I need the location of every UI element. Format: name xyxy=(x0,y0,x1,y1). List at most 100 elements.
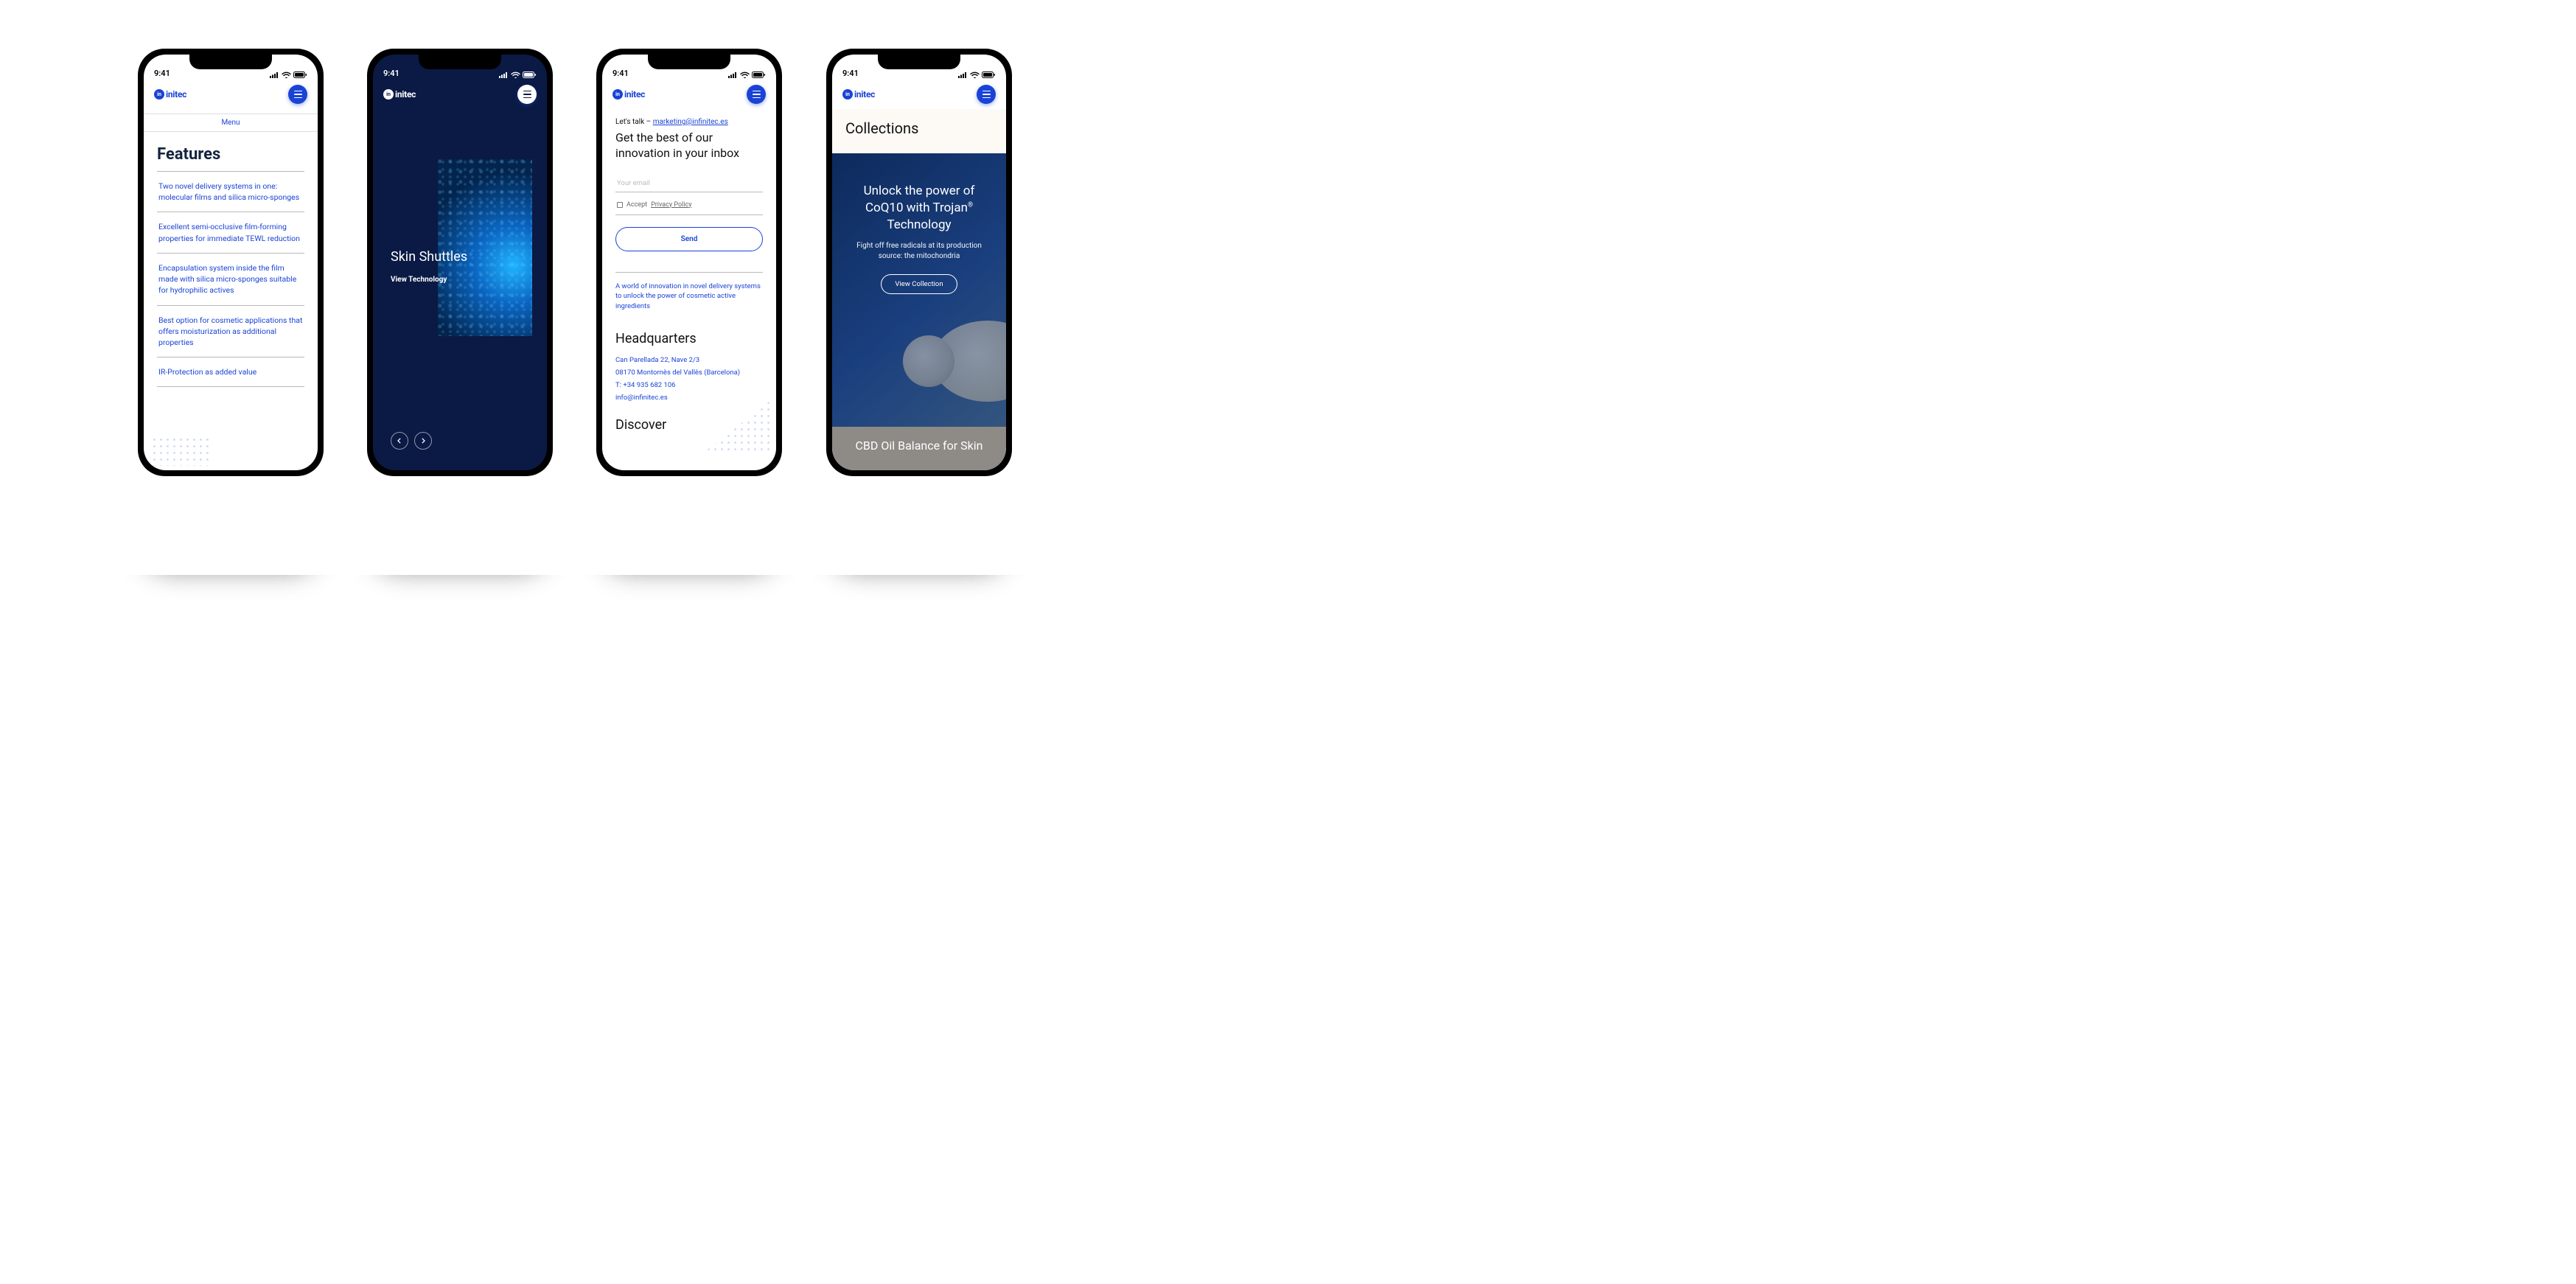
phone-mockup-2: 9:41 initec Skin Shuttles Vi xyxy=(367,49,553,476)
menu-button[interactable] xyxy=(747,85,766,104)
menu-button[interactable] xyxy=(977,85,996,104)
signal-icon xyxy=(270,71,279,78)
technology-image xyxy=(438,159,532,336)
lets-talk-line: Let's talk – marketing@infinitec.es xyxy=(615,118,763,126)
view-technology-link[interactable]: View Technology xyxy=(391,276,447,284)
status-time: 9:41 xyxy=(383,69,399,78)
brand-logo[interactable]: initec xyxy=(154,89,186,100)
screen-technology: 9:41 initec Skin Shuttles Vi xyxy=(373,55,547,470)
status-indicators xyxy=(499,71,537,78)
lets-talk-prefix: Let's talk – xyxy=(615,118,653,126)
privacy-policy-link[interactable]: Privacy Policy xyxy=(651,201,691,209)
menu-button[interactable] xyxy=(288,85,307,104)
carousel-nav xyxy=(391,432,432,450)
logo-mark-icon xyxy=(842,89,853,100)
logo-mark-icon xyxy=(383,89,394,100)
send-button[interactable]: Send xyxy=(615,227,763,251)
info-email-link[interactable]: info@infinitec.es xyxy=(615,391,763,404)
discover-heading: Discover xyxy=(615,417,763,433)
newsletter-headline: Get the best of our innovation in your i… xyxy=(615,130,763,161)
brand-logo[interactable]: initec xyxy=(842,89,875,100)
decoration-dots xyxy=(151,436,210,466)
logo-text: initec xyxy=(166,89,186,100)
hero-title-line-2: CoQ10 with Trojan® xyxy=(844,200,994,217)
address-block: Can Parellada 22, Nave 2/3 08170 Montorn… xyxy=(615,354,763,404)
battery-icon xyxy=(523,71,537,78)
carousel-prev-button[interactable] xyxy=(391,432,408,450)
hamburger-icon xyxy=(294,91,302,92)
screen-features: 9:41 initec Menu Features Two n xyxy=(144,55,318,470)
privacy-row: Accept Privacy Policy xyxy=(615,200,763,215)
device-notch xyxy=(189,55,272,69)
status-indicators xyxy=(270,71,307,78)
marketing-email-link[interactable]: marketing@infinitec.es xyxy=(653,118,728,126)
status-indicators xyxy=(728,71,766,78)
brand-logo[interactable]: initec xyxy=(612,89,645,100)
features-heading: Features xyxy=(157,141,304,171)
logo-text: initec xyxy=(395,89,416,100)
signal-icon xyxy=(728,71,738,78)
phone-mockup-3: 9:41 initec Let's talk – marketing xyxy=(596,49,782,476)
hero-title-line-1: Unlock the power of xyxy=(844,183,994,200)
device-notch xyxy=(419,55,501,69)
privacy-checkbox[interactable] xyxy=(617,202,623,208)
hamburger-icon xyxy=(982,91,991,92)
address-line-2: 08170 Montornès del Vallès (Barcelona) xyxy=(615,366,763,379)
collections-heading: Collections xyxy=(832,109,1006,153)
app-header: initec xyxy=(602,80,776,109)
app-header: initec xyxy=(832,80,1006,109)
feature-item[interactable]: Encapsulation system inside the film mad… xyxy=(157,253,304,305)
feature-item[interactable]: IR-Protection as added value xyxy=(157,357,304,387)
next-collection-teaser[interactable]: CBD Oil Balance for Skin xyxy=(832,427,1006,470)
status-indicators xyxy=(958,71,996,78)
wifi-icon xyxy=(282,71,291,78)
battery-icon xyxy=(293,71,307,78)
status-time: 9:41 xyxy=(612,69,629,78)
features-section: Features Two novel delivery systems in o… xyxy=(144,132,318,396)
status-time: 9:41 xyxy=(842,69,859,78)
divider xyxy=(615,272,763,273)
collection-hero: Unlock the power of CoQ10 with Trojan® T… xyxy=(832,153,1006,427)
tagline-text: A world of innovation in novel delivery … xyxy=(615,282,763,312)
contact-section: Let's talk – marketing@infinitec.es Get … xyxy=(602,109,776,433)
menu-button[interactable] xyxy=(517,85,537,104)
feature-item[interactable]: Excellent semi-occlusive film-forming pr… xyxy=(157,212,304,252)
address-line-1: Can Parellada 22, Nave 2/3 xyxy=(615,354,763,366)
logo-text: initec xyxy=(854,89,875,100)
arrow-right-icon xyxy=(420,438,426,444)
signal-icon xyxy=(499,71,509,78)
phone-mockup-4: 9:41 initec Collections xyxy=(826,49,1012,476)
wifi-icon xyxy=(511,71,520,78)
carousel-next-button[interactable] xyxy=(414,432,432,450)
hero-title-line-3: Technology xyxy=(844,217,994,234)
hamburger-icon xyxy=(523,91,531,92)
battery-icon xyxy=(982,71,996,78)
logo-text: initec xyxy=(624,89,645,100)
menu-dropdown-trigger[interactable]: Menu xyxy=(144,114,318,132)
brand-logo[interactable]: initec xyxy=(383,89,416,100)
battery-icon xyxy=(752,71,766,78)
hero-title: Unlock the power of CoQ10 with Trojan® T… xyxy=(844,183,994,234)
email-input[interactable]: Your email xyxy=(615,178,763,192)
hamburger-icon xyxy=(753,91,761,92)
technology-title: Skin Shuttles xyxy=(391,249,467,265)
accept-label: Accept xyxy=(626,201,647,209)
headquarters-heading: Headquarters xyxy=(615,331,763,346)
collections-body: Collections Unlock the power of CoQ10 wi… xyxy=(832,109,1006,470)
wifi-icon xyxy=(740,71,750,78)
technology-card: Skin Shuttles View Technology xyxy=(373,109,547,470)
phone-line: T: +34 935 682 106 xyxy=(615,379,763,391)
device-notch xyxy=(648,55,730,69)
signal-icon xyxy=(958,71,968,78)
logo-mark-icon xyxy=(154,89,164,100)
hero-illustration xyxy=(932,321,1006,402)
arrow-left-icon xyxy=(397,438,402,444)
hero-subtitle: Fight off free radicals at its productio… xyxy=(844,241,994,262)
phone-mockup-1: 9:41 initec Menu Features Two n xyxy=(138,49,324,476)
feature-item[interactable]: Two novel delivery systems in one: molec… xyxy=(157,171,304,212)
screen-collections: 9:41 initec Collections xyxy=(832,55,1006,470)
feature-item[interactable]: Best option for cosmetic applications th… xyxy=(157,305,304,357)
view-collection-button[interactable]: View Collection xyxy=(881,274,957,294)
screen-contact: 9:41 initec Let's talk – marketing xyxy=(602,55,776,470)
wifi-icon xyxy=(970,71,980,78)
